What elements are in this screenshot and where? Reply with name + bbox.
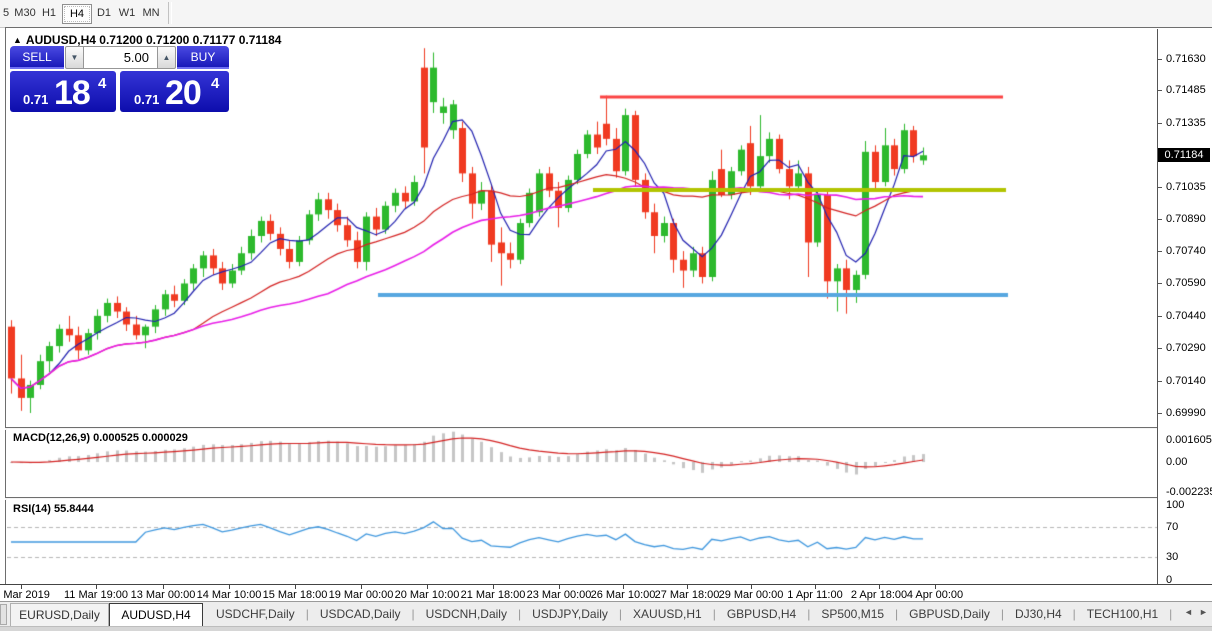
price-axis[interactable]: 0.71630 0.71485 0.71335 0.71035 0.70890 0.707… — [1157, 29, 1212, 586]
tab-gbpusd-h4[interactable]: GBPUSD,H4 — [716, 603, 807, 625]
price-tick — [1158, 412, 1162, 414]
buy-price-prefix: 0.71 — [134, 92, 160, 107]
tab-audusd-h4[interactable]: AUDUSD,H4 — [109, 603, 203, 627]
volume-decrease-icon[interactable]: ▼ — [65, 46, 84, 69]
tab-xauusd-h1[interactable]: XAUUSD,H1 — [622, 603, 713, 625]
price-tick — [1158, 283, 1162, 285]
time-axis-label: 14 Mar 10:00 — [196, 589, 262, 601]
price-tick — [1158, 348, 1162, 350]
rsi-axis-label: 70 — [1166, 521, 1179, 533]
time-axis-label: 4 Apr 00:00 — [906, 589, 964, 601]
price-axis-label: 0.70440 — [1166, 309, 1206, 322]
price-axis-label: 0.70140 — [1166, 374, 1206, 387]
tab-dj30-h4[interactable]: DJ30,H4 — [1004, 603, 1073, 625]
trading-terminal: 5 M30 H1 H4 D1 W1 MN ▲ AUDUSD,H4 0.71200 0.7120… — [0, 0, 1212, 631]
sell-price-prefix: 0.71 — [23, 92, 49, 107]
price-tick — [1158, 315, 1162, 317]
time-axis-label: 20 Mar 10:00 — [394, 589, 460, 601]
timeframe-button-5[interactable]: 5 — [1, 4, 11, 22]
volume-stepper: ▼ 5.00 ▲ — [65, 46, 176, 69]
time-axis-label: 15 Mar 18:00 — [262, 589, 328, 601]
chart-title: ▲ AUDUSD,H4 0.71200 0.71200 0.71177 0.711… — [13, 33, 281, 47]
time-axis-label: 29 Mar 00:00 — [718, 589, 784, 601]
timeframe-button-mn[interactable]: MN — [140, 4, 162, 22]
price-tick — [1158, 380, 1162, 382]
rsi-axis-label: 100 — [1166, 498, 1185, 511]
macd-axis-label: 0.001605 — [1166, 434, 1212, 447]
price-axis-label: 0.71485 — [1166, 84, 1206, 97]
chart-title-text: AUDUSD,H4 0.71200 0.71200 0.71177 0.7118… — [25, 33, 282, 47]
macd-axis-label: 0.00 — [1166, 456, 1188, 468]
time-axis-label: 19 Mar 00:00 — [328, 589, 394, 601]
price-axis-label: 0.69990 — [1166, 406, 1206, 419]
time-axis-label: 23 Mar 00:00 — [526, 589, 592, 601]
toolbar-separator — [168, 2, 172, 24]
timeframe-toolbar: 5 M30 H1 H4 D1 W1 MN — [0, 0, 1212, 28]
tab-usdcnh-daily[interactable]: USDCNH,Daily — [415, 603, 518, 625]
price-tick — [1158, 90, 1162, 92]
time-axis-label: 26 Mar 10:00 — [590, 589, 656, 601]
tab-eurusd-daily[interactable]: EURUSD,Daily — [10, 603, 109, 627]
time-axis-label: 2 Apr 18:00 — [850, 589, 908, 601]
volume-input[interactable]: 5.00 — [84, 46, 157, 69]
tab-ukc[interactable]: UKC — [1172, 603, 1175, 625]
time-axis-label: 1 Apr 11:00 — [787, 589, 843, 601]
buy-price-pips: 20 — [165, 74, 202, 112]
price-tick — [1158, 187, 1162, 189]
price-axis-label: 0.71630 — [1166, 53, 1206, 65]
timeframe-button-h1[interactable]: H1 — [39, 4, 59, 22]
one-click-trading-panel: SELL ▼ 5.00 ▲ BUY 0.71 18 4 0.71 20 4 — [10, 46, 229, 112]
sell-price-pips: 18 — [54, 74, 91, 112]
timeframe-button-h4[interactable]: H4 — [62, 4, 92, 24]
timeframe-button-m30[interactable]: M30 — [12, 4, 38, 22]
price-axis-label: 0.71335 — [1166, 116, 1206, 129]
tab-gbpusd-daily[interactable]: GBPUSD,Daily — [898, 603, 1001, 625]
tab-scroll-left-icon[interactable]: ◄ — [1184, 607, 1193, 617]
sell-price-point: 4 — [98, 75, 107, 92]
timeframe-button-d1[interactable]: D1 — [94, 4, 114, 22]
rsi-axis-label: 30 — [1166, 551, 1179, 563]
buy-price-panel[interactable]: 0.71 20 4 — [120, 71, 229, 112]
current-price-tag: 0.71184 — [1158, 148, 1210, 163]
time-axis[interactable]: 8 Mar 2019 11 Mar 19:0013 Mar 00:0014 Mar… — [0, 584, 1212, 601]
time-axis-label: 8 Mar 2019 — [0, 589, 50, 601]
sell-price-panel[interactable]: 0.71 18 4 — [10, 71, 116, 112]
volume-increase-icon[interactable]: ▲ — [157, 46, 176, 69]
tab-scroll-right-icon[interactable]: ► — [1199, 607, 1208, 617]
rsi-indicator-canvas[interactable] — [7, 499, 1157, 584]
tab-usdchf-daily[interactable]: USDCHF,Daily — [205, 603, 306, 625]
tab-tech100-h1[interactable]: TECH100,H1 — [1076, 603, 1169, 625]
buy-price-point: 4 — [211, 75, 220, 92]
chart-tab-bar: EURUSD,Daily AUDUSD,H4 USDCHF,Daily | USDC… — [0, 601, 1212, 627]
time-axis-label: 13 Mar 00:00 — [130, 589, 196, 601]
tab-bar-stub — [0, 604, 7, 625]
status-strip — [0, 626, 1212, 631]
sell-button[interactable]: SELL — [10, 46, 64, 69]
time-axis-label: 11 Mar 19:00 — [63, 589, 129, 601]
price-axis-label: 0.71035 — [1166, 181, 1206, 194]
tab-usdjpy-daily[interactable]: USDJPY,Daily — [521, 603, 619, 625]
price-axis-label: 0.70890 — [1166, 212, 1206, 225]
buy-button[interactable]: BUY — [177, 46, 229, 69]
timeframe-button-w1[interactable]: W1 — [117, 4, 137, 22]
tab-usdcad-daily[interactable]: USDCAD,Daily — [309, 603, 412, 625]
price-tick — [1158, 251, 1162, 253]
time-axis-label: 21 Mar 18:00 — [460, 589, 526, 601]
tab-sp500-m15[interactable]: SP500,M15 — [810, 603, 895, 625]
price-tick — [1158, 59, 1162, 60]
macd-label: MACD(12,26,9) 0.000525 0.000029 — [13, 432, 188, 444]
tab-list: USDCHF,Daily | USDCAD,Daily | USDCNH,Daily | U… — [205, 603, 1175, 625]
price-axis-label: 0.70740 — [1166, 245, 1206, 258]
time-axis-label: 27 Mar 18:00 — [654, 589, 720, 601]
symbol-marker-icon: ▲ — [13, 35, 22, 45]
macd-axis-label: -0.002235 — [1166, 486, 1212, 499]
price-axis-label: 0.70590 — [1166, 277, 1206, 290]
price-axis-label: 0.70290 — [1166, 342, 1206, 355]
rsi-label: RSI(14) 55.8444 — [13, 503, 94, 515]
price-tick — [1158, 218, 1162, 220]
price-tick — [1158, 122, 1162, 124]
